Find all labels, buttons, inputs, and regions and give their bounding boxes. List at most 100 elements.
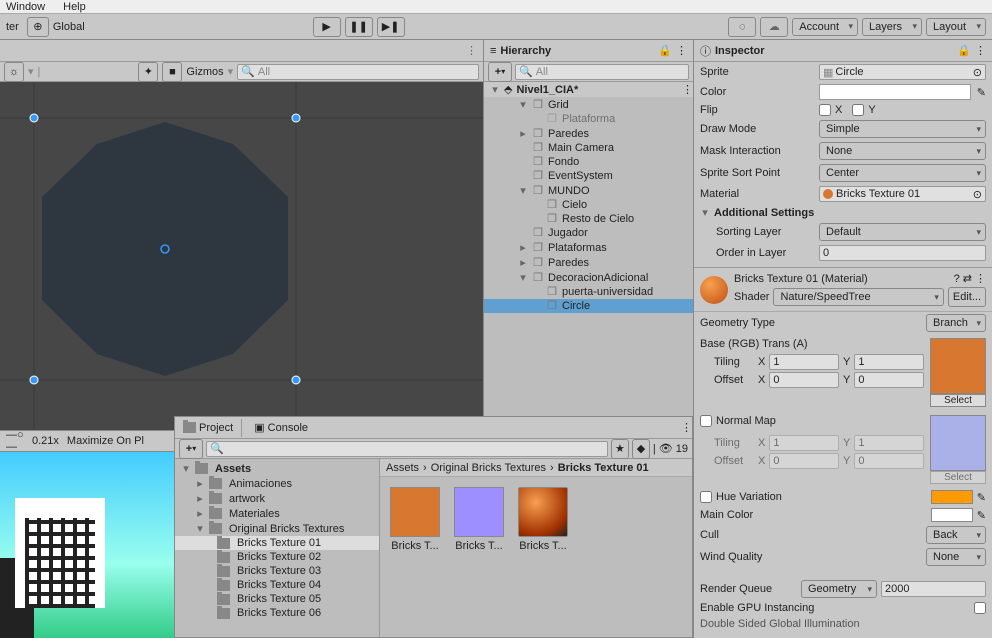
menu-icon[interactable]: ⋮ bbox=[975, 272, 986, 285]
scene-viewport[interactable] bbox=[0, 82, 483, 430]
edit-button[interactable]: Edit... bbox=[948, 287, 986, 307]
project-tree[interactable]: ▾Assets ▸Animaciones▸artwork▸Materiales▾… bbox=[175, 459, 380, 637]
folder-item[interactable]: Bricks Texture 03 bbox=[175, 564, 379, 578]
select-button[interactable]: Select bbox=[930, 471, 986, 484]
sprite-field[interactable]: ▦Circle⊙ bbox=[819, 64, 986, 80]
preset-icon[interactable]: ⇄ bbox=[963, 272, 972, 285]
normalmap-checkbox[interactable] bbox=[700, 415, 712, 427]
cull-dropdown[interactable]: Back bbox=[926, 526, 986, 544]
hierarchy-search[interactable]: 🔍All bbox=[515, 64, 689, 80]
folder-item[interactable]: Bricks Texture 02 bbox=[175, 550, 379, 564]
lock-icon[interactable]: 🔒 bbox=[957, 44, 971, 57]
asset-grid[interactable]: Bricks T... Bricks T... Bricks T... bbox=[380, 477, 692, 562]
scene-row[interactable]: ▾⬘ Nivel1_CIA* ⋮ bbox=[484, 82, 693, 97]
crumb-3[interactable]: Bricks Texture 01 bbox=[558, 462, 649, 474]
hue-checkbox[interactable] bbox=[700, 491, 712, 503]
flip-x-checkbox[interactable] bbox=[819, 104, 831, 116]
step-button[interactable]: ▶❚ bbox=[377, 17, 405, 37]
camera-button[interactable]: ■ bbox=[162, 62, 182, 82]
asset-item[interactable]: Bricks T... bbox=[390, 487, 440, 552]
panel-menu-icon[interactable]: ⋮ bbox=[676, 44, 687, 57]
sortlayer-dropdown[interactable]: Default bbox=[819, 223, 986, 241]
order-field[interactable]: 0 bbox=[819, 245, 986, 261]
pause-button[interactable]: ❚❚ bbox=[345, 17, 373, 37]
hierarchy-item[interactable]: ▸❒Paredes bbox=[484, 255, 693, 270]
shader-dropdown[interactable]: Nature/SpeedTree bbox=[773, 288, 943, 306]
menu-help[interactable]: Help bbox=[63, 1, 86, 13]
folder-item[interactable]: ▸Materiales bbox=[175, 506, 379, 521]
hierarchy-item[interactable]: ❒Resto de Cielo bbox=[484, 212, 693, 226]
eyedropper-icon[interactable]: ✎ bbox=[977, 509, 986, 522]
object-picker-icon[interactable]: ⊙ bbox=[973, 188, 982, 201]
tiling-x-field[interactable]: 1 bbox=[769, 354, 839, 370]
hierarchy-item[interactable]: ▾❒Grid bbox=[484, 97, 693, 112]
hierarchy-item[interactable]: ❒Cielo bbox=[484, 198, 693, 212]
folder-item[interactable]: ▸Animaciones bbox=[175, 476, 379, 491]
flip-y-checkbox[interactable] bbox=[852, 104, 864, 116]
project-search[interactable]: 🔍 bbox=[206, 441, 608, 457]
drawmode-dropdown[interactable]: Simple bbox=[819, 120, 986, 138]
normalmap-preview[interactable] bbox=[930, 415, 986, 471]
layers-dropdown[interactable]: Layers bbox=[862, 18, 922, 36]
menu-window[interactable]: Window bbox=[6, 1, 45, 13]
console-tab[interactable]: ▣Console bbox=[246, 418, 316, 437]
hierarchy-item[interactable]: ❒Jugador bbox=[484, 226, 693, 240]
renderqueue-field[interactable]: 2000 bbox=[881, 581, 986, 597]
crumb-2[interactable]: Original Bricks Textures bbox=[431, 462, 546, 474]
favorite-button[interactable]: ★ bbox=[611, 439, 629, 459]
folder-item[interactable]: Bricks Texture 04 bbox=[175, 578, 379, 592]
eyedropper-icon[interactable]: ✎ bbox=[977, 491, 986, 504]
asset-item[interactable]: Bricks T... bbox=[454, 487, 504, 552]
shading-mode-button[interactable]: ☼ bbox=[4, 62, 24, 82]
folder-item[interactable]: ▸artwork bbox=[175, 491, 379, 506]
hierarchy-item[interactable]: ❒Fondo bbox=[484, 155, 693, 169]
account-dropdown[interactable]: Account bbox=[792, 18, 858, 36]
select-button[interactable]: Select bbox=[930, 394, 986, 407]
cloud-button[interactable]: ☁ bbox=[760, 17, 788, 37]
tiling-y-field[interactable]: 1 bbox=[854, 354, 924, 370]
sortpoint-dropdown[interactable]: Center bbox=[819, 164, 986, 182]
hierarchy-item[interactable]: ▾❒DecoracionAdicional bbox=[484, 270, 693, 285]
hierarchy-item[interactable]: ▾❒MUNDO bbox=[484, 183, 693, 198]
folder-item[interactable]: ▾Original Bricks Textures bbox=[175, 521, 379, 536]
maximize-label[interactable]: Maximize On Pl bbox=[67, 435, 144, 447]
pivot-mode-button[interactable]: ⊕ bbox=[27, 17, 49, 37]
gizmos-label[interactable]: Gizmos bbox=[186, 66, 223, 78]
hierarchy-item[interactable]: ❒Plataforma bbox=[484, 112, 693, 126]
hierarchy-item[interactable]: ❒Main Camera bbox=[484, 141, 693, 155]
scene-menu-icon[interactable]: ⋮ bbox=[682, 83, 693, 96]
object-picker-icon[interactable]: ⊙ bbox=[973, 66, 982, 79]
scene-search[interactable]: 🔍All bbox=[237, 64, 479, 80]
hue-color[interactable] bbox=[931, 490, 973, 504]
collab-button[interactable]: ◌ bbox=[728, 17, 756, 37]
eyedropper-icon[interactable]: ✎ bbox=[977, 86, 986, 99]
expand-icon[interactable]: ▾ bbox=[700, 206, 710, 219]
offset-x-field[interactable]: 0 bbox=[769, 372, 839, 388]
global-label[interactable]: Global bbox=[53, 21, 85, 33]
mask-dropdown[interactable]: None bbox=[819, 142, 986, 160]
hierarchy-item[interactable]: ▸❒Plataformas bbox=[484, 240, 693, 255]
panel-menu-icon[interactable]: ⋮ bbox=[681, 421, 692, 434]
texture-preview[interactable] bbox=[930, 338, 986, 394]
help-icon[interactable]: ? bbox=[954, 273, 960, 285]
lock-icon[interactable]: 🔒 bbox=[658, 44, 672, 57]
tools-button[interactable]: ✦ bbox=[138, 62, 158, 82]
create-dropdown[interactable]: +▾ bbox=[488, 62, 512, 82]
project-tab[interactable]: Project bbox=[175, 419, 242, 437]
material-field[interactable]: Bricks Texture 01⊙ bbox=[819, 186, 986, 202]
panel-menu-icon[interactable]: ⋮ bbox=[466, 44, 477, 57]
offset-y-field[interactable]: 0 bbox=[854, 372, 924, 388]
folder-item[interactable]: Bricks Texture 05 bbox=[175, 592, 379, 606]
crumb-1[interactable]: Assets bbox=[386, 462, 419, 474]
create-dropdown[interactable]: +▾ bbox=[179, 439, 203, 459]
renderqueue-dropdown[interactable]: Geometry bbox=[801, 580, 877, 598]
hierarchy-item[interactable]: ❒EventSystem bbox=[484, 169, 693, 183]
maincolor-field[interactable] bbox=[931, 508, 973, 522]
asset-item[interactable]: Bricks T... bbox=[518, 487, 568, 552]
filter-button[interactable]: ◆ bbox=[632, 439, 650, 459]
hidden-icon[interactable]: 👁 bbox=[659, 442, 673, 455]
gpu-checkbox[interactable] bbox=[974, 602, 986, 614]
play-button[interactable]: ▶ bbox=[313, 17, 341, 37]
hierarchy-item[interactable]: ▸❒Paredes bbox=[484, 126, 693, 141]
folder-item[interactable]: Bricks Texture 01 bbox=[175, 536, 379, 550]
